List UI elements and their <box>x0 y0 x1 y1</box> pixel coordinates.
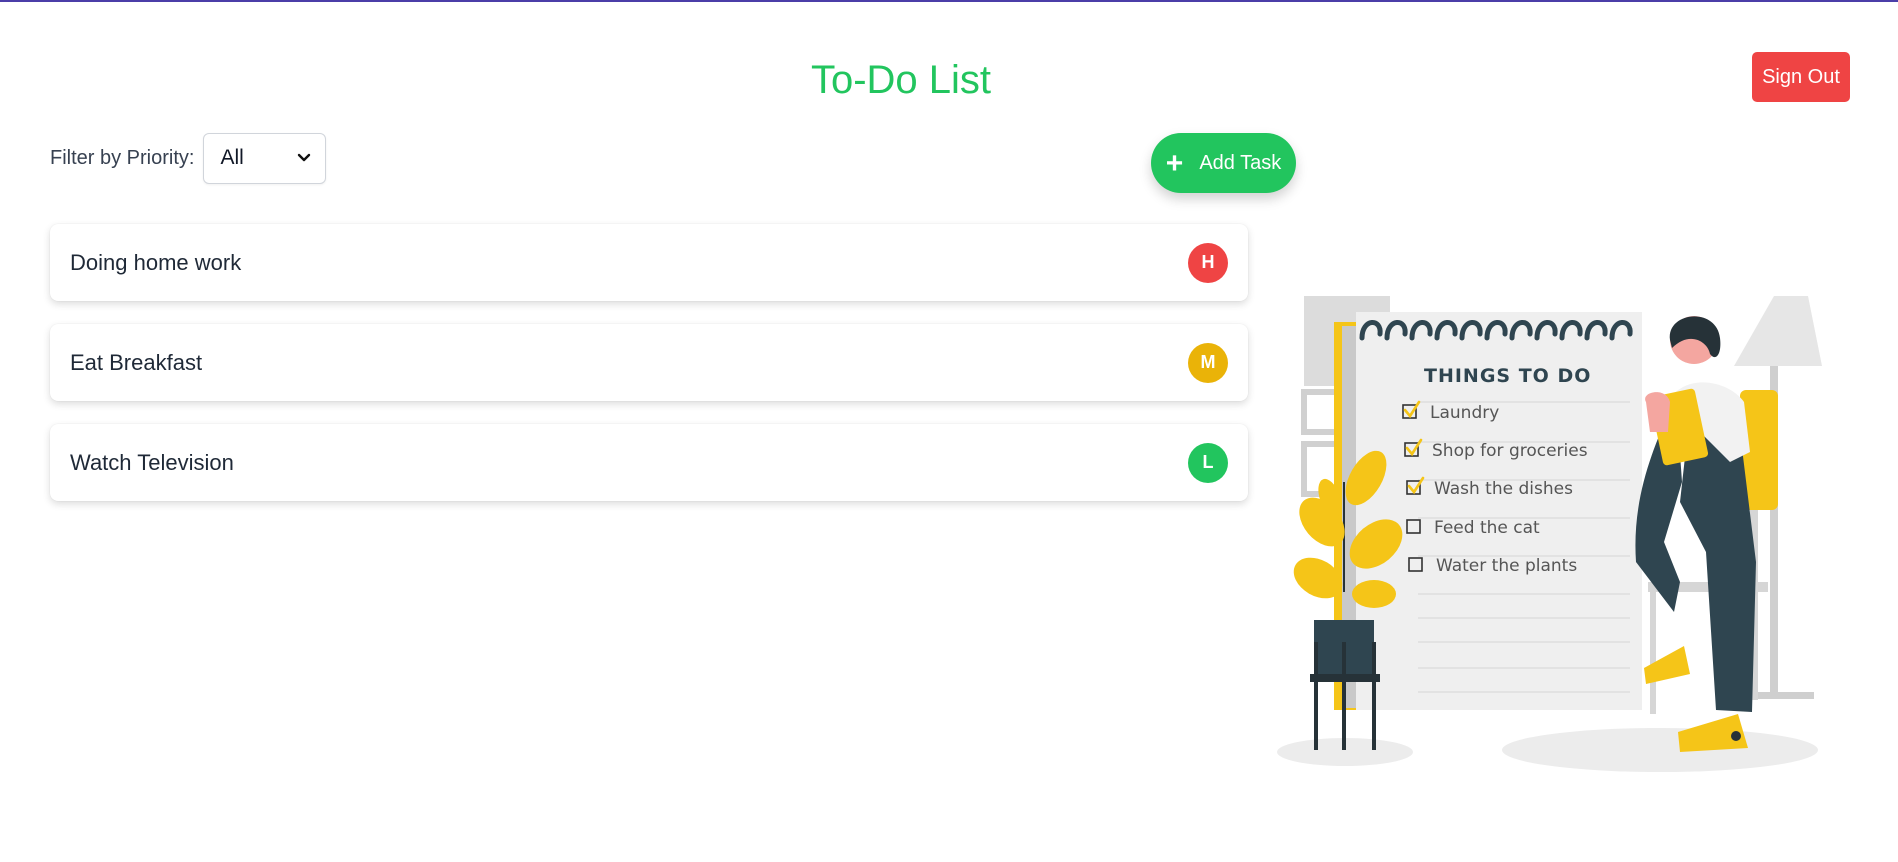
add-task-label: Add Task <box>1199 151 1282 174</box>
task-title: Eat Breakfast <box>70 349 203 375</box>
filter-label: Filter by Priority: <box>50 146 195 169</box>
page-title: To-Do List <box>810 58 992 102</box>
task-title: Watch Television <box>70 449 234 475</box>
task-title: Doing home work <box>70 249 242 275</box>
chevron-down-icon <box>298 153 311 162</box>
illustration-item: Water the plants <box>1436 556 1577 576</box>
plus-icon: + <box>1165 147 1184 180</box>
illustration-item: Shop for groceries <box>1432 441 1588 461</box>
illustration-heading: THINGS TO DO <box>1424 365 1591 387</box>
task-item[interactable]: Watch Television L <box>50 424 1248 501</box>
ground-shadow-person <box>1502 728 1818 772</box>
priority-badge-medium: M <box>1188 342 1228 383</box>
task-item[interactable]: Doing home work H <box>50 224 1248 301</box>
sign-out-button[interactable]: Sign Out <box>1752 52 1850 102</box>
illustration-item: Wash the dishes <box>1434 479 1573 499</box>
add-task-button[interactable]: + Add Task <box>1151 133 1296 193</box>
todo-page: To-Do List Sign Out Filter by Priority: … <box>0 0 1898 862</box>
illustration-item: Feed the cat <box>1434 518 1540 538</box>
priority-filter: Filter by Priority: All <box>50 132 327 184</box>
task-list: Doing home work H Eat Breakfast M Watch … <box>50 224 1248 524</box>
priority-select-value: All <box>220 146 244 169</box>
task-item[interactable]: Eat Breakfast M <box>50 324 1248 401</box>
illustration-item: Laundry <box>1430 403 1499 423</box>
priority-badge-high: H <box>1188 242 1228 283</box>
priority-select[interactable]: All <box>203 132 327 184</box>
todo-illustration: THINGS TO DO Laundry Shop for groceries … <box>1277 296 1822 772</box>
priority-badge-low: L <box>1188 442 1228 483</box>
